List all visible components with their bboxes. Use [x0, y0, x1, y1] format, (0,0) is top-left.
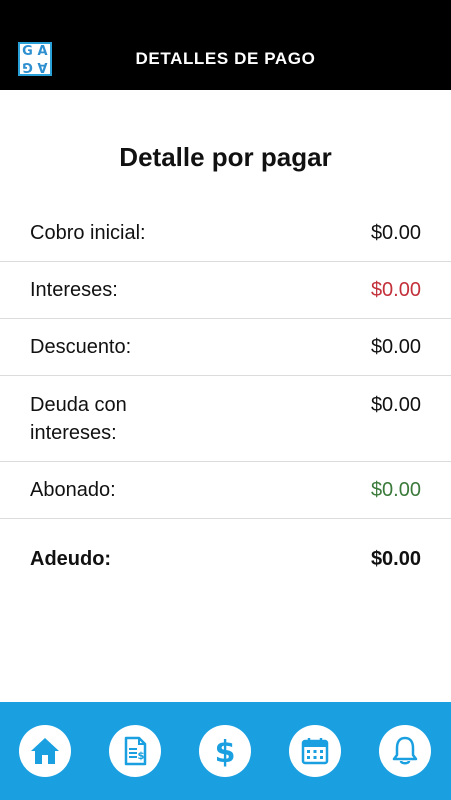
svg-text:$: $	[138, 751, 145, 762]
row-label: Abonado:	[30, 479, 116, 501]
row-value: $0.00	[370, 222, 421, 244]
row-label: Cobro inicial:	[30, 222, 146, 244]
row-deuda-con-intereses: Deuda con intereses: $0.00	[0, 376, 451, 462]
row-value: $0.00	[370, 479, 421, 501]
row-value: $0.00	[370, 336, 421, 358]
total-label: Adeudo:	[30, 548, 112, 570]
payment-details-list: Cobro inicial: $0.00 Intereses: $0.00 De…	[0, 205, 451, 599]
row-intereses: Intereses: $0.00	[0, 262, 451, 319]
home-icon	[31, 738, 59, 764]
app-header: G A G A DETALLES DE PAGO	[0, 0, 451, 90]
row-label: Deuda con intereses:	[30, 394, 127, 444]
row-abonado: Abonado: $0.00	[0, 462, 451, 519]
page-title: Detalle por pagar	[119, 142, 332, 172]
row-label: Descuento:	[30, 336, 132, 358]
svg-text:$: $	[215, 735, 236, 768]
row-value: $0.00	[370, 279, 421, 301]
bell-icon	[392, 736, 418, 765]
tab-payments[interactable]: $	[199, 725, 251, 777]
row-label: Intereses:	[30, 279, 118, 301]
row-cobro-inicial: Cobro inicial: $0.00	[0, 205, 451, 262]
tab-home[interactable]	[19, 725, 71, 777]
row-adeudo-total: Adeudo: $0.00	[0, 519, 451, 599]
row-descuento: Descuento: $0.00	[0, 319, 451, 376]
total-value: $0.00	[370, 548, 421, 570]
header-title: DETALLES DE PAGO	[135, 49, 316, 68]
tab-notifications[interactable]	[379, 725, 431, 777]
dollar-icon: $	[215, 735, 236, 768]
row-value: $0.00	[370, 394, 421, 416]
tab-invoices[interactable]: $	[109, 725, 161, 777]
tab-calendar[interactable]	[289, 725, 341, 777]
calendar-icon	[301, 738, 329, 765]
bottom-tab-bar: $ $	[0, 702, 451, 800]
invoice-icon: $	[124, 736, 147, 766]
